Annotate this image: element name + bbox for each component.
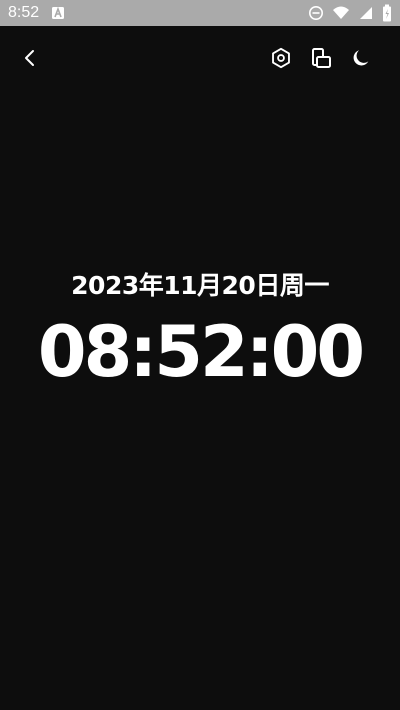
clock-screen: 8:52 2023年11月20日周一 08:52:00 [0, 0, 400, 710]
night-mode-button[interactable] [343, 40, 379, 80]
status-right [308, 4, 392, 22]
time-display: 08:52:00 [37, 311, 365, 393]
status-left: 8:52 [8, 4, 65, 22]
moon-icon [350, 47, 372, 73]
wifi-icon [332, 5, 350, 21]
gear-icon [270, 47, 292, 73]
screen-rotate-icon [309, 46, 333, 74]
settings-button[interactable] [263, 40, 299, 80]
chevron-left-icon [20, 48, 40, 72]
keyboard-a-icon [51, 6, 65, 20]
status-bar: 8:52 [0, 0, 400, 26]
back-button[interactable] [12, 40, 48, 80]
cellular-signal-icon [358, 5, 374, 21]
battery-icon [382, 4, 392, 22]
rotate-button[interactable] [303, 40, 339, 80]
status-time: 8:52 [8, 4, 40, 21]
do-not-disturb-icon [308, 5, 324, 21]
date-label: 2023年11月20日周一 [71, 271, 329, 300]
toolbar [0, 40, 400, 80]
